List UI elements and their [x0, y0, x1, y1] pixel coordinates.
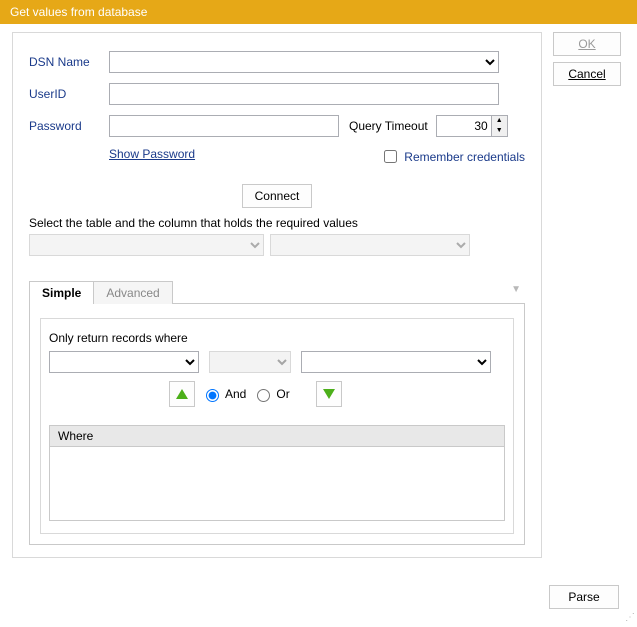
- and-label: And: [225, 387, 246, 401]
- and-radio[interactable]: [206, 389, 219, 402]
- filter-op-select[interactable]: [209, 351, 291, 373]
- cancel-button[interactable]: Cancel: [553, 62, 621, 86]
- remember-label: Remember credentials: [404, 150, 525, 164]
- filter-value-select[interactable]: [301, 351, 491, 373]
- userid-label: UserID: [29, 87, 109, 101]
- table-select[interactable]: [29, 234, 264, 256]
- move-down-button[interactable]: [316, 381, 342, 407]
- timeout-up-icon[interactable]: ▲: [492, 116, 507, 126]
- arrow-up-icon: [176, 389, 188, 399]
- parse-button[interactable]: Parse: [549, 585, 619, 609]
- select-table-label: Select the table and the column that hol…: [29, 216, 525, 230]
- where-grid[interactable]: Where: [49, 425, 505, 521]
- filter-field-select[interactable]: [49, 351, 199, 373]
- show-password-link[interactable]: Show Password: [109, 147, 195, 166]
- password-label: Password: [29, 119, 109, 133]
- only-return-label: Only return records where: [49, 331, 505, 345]
- chevron-down-icon[interactable]: ▼: [511, 284, 521, 295]
- resize-grip-icon[interactable]: ⋰: [625, 612, 633, 623]
- or-label: Or: [276, 387, 289, 401]
- tab-simple[interactable]: Simple: [29, 281, 94, 304]
- ok-button[interactable]: OK: [553, 32, 621, 56]
- or-radio[interactable]: [257, 389, 270, 402]
- window-title: Get values from database: [0, 0, 637, 24]
- connect-button[interactable]: Connect: [242, 184, 312, 208]
- column-select[interactable]: [270, 234, 470, 256]
- timeout-down-icon[interactable]: ▼: [492, 126, 507, 136]
- tab-advanced[interactable]: Advanced: [93, 281, 172, 304]
- arrow-down-icon: [323, 389, 335, 399]
- dsn-label: DSN Name: [29, 55, 109, 69]
- password-input[interactable]: [109, 115, 339, 137]
- where-header: Where: [50, 426, 504, 447]
- query-timeout-label: Query Timeout: [349, 119, 428, 133]
- move-up-button[interactable]: [169, 381, 195, 407]
- remember-checkbox[interactable]: [384, 150, 397, 163]
- query-timeout-input[interactable]: [436, 115, 492, 137]
- userid-input[interactable]: [109, 83, 499, 105]
- dsn-select[interactable]: [109, 51, 499, 73]
